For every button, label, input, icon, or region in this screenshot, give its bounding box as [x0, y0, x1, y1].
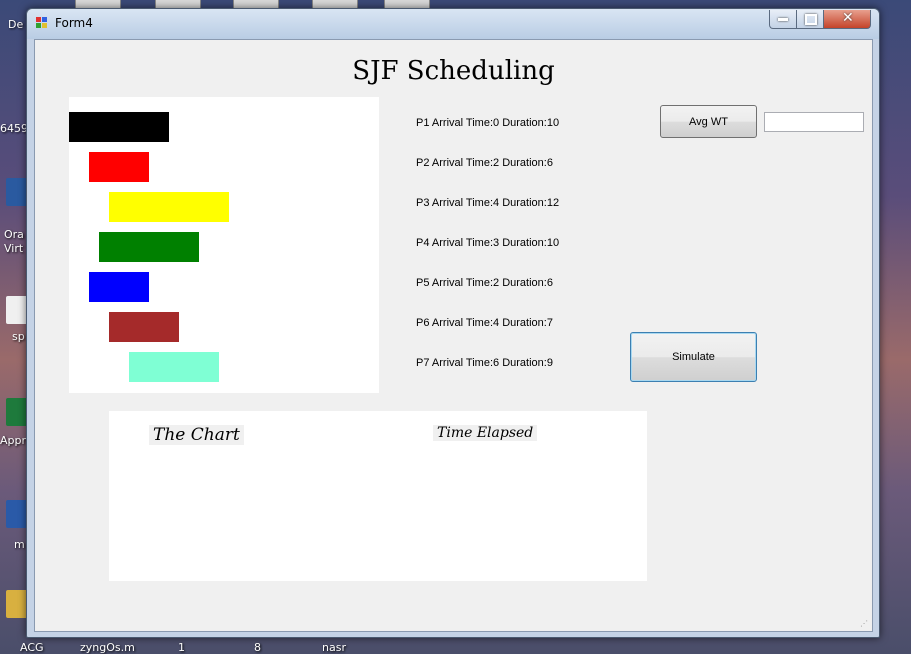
desktop-icon-label: nasr [322, 641, 346, 654]
window-title: Form4 [55, 16, 93, 30]
process-bars-panel [69, 97, 379, 393]
page-title: SJF Scheduling [352, 56, 555, 86]
avg-wt-button[interactable]: Avg WT [660, 105, 757, 138]
gantt-chart-panel: The Chart Time Elapsed [109, 411, 647, 581]
desktop-icon-label: Ora [4, 228, 24, 241]
title-bar[interactable]: Form4 ✕ [27, 9, 879, 39]
minimize-icon [778, 18, 788, 21]
process-label-p6: P6 Arrival Time:4 Duration:7 [416, 317, 553, 329]
desktop-icon-label: Virt [4, 242, 24, 255]
process-label-p7: P7 Arrival Time:6 Duration:9 [416, 357, 553, 369]
resize-grip-icon[interactable]: ⋰ [860, 619, 870, 629]
form-client-area: SJF Scheduling P1 Arrival Time:0 Duratio… [34, 39, 873, 632]
process-label-p5: P5 Arrival Time:2 Duration:6 [416, 277, 553, 289]
close-icon: ✕ [842, 10, 854, 26]
app-icon [36, 17, 48, 28]
process-label-p3: P3 Arrival Time:4 Duration:12 [416, 197, 560, 209]
process-bar-p5 [89, 272, 149, 302]
process-bar-p4 [99, 232, 199, 262]
desktop-icon-label: 1 [178, 641, 185, 654]
process-bar-p7 [129, 352, 219, 382]
form-window: Form4 ✕ SJF Scheduling P1 Arrival Time:0… [26, 8, 880, 638]
simulate-button[interactable]: Simulate [630, 332, 757, 382]
desktop-icon-label: 8 [254, 641, 261, 654]
desktop-icon-label: m [14, 538, 25, 551]
close-button[interactable]: ✕ [823, 10, 871, 29]
process-bar-p1 [69, 112, 169, 142]
process-label-p1: P1 Arrival Time:0 Duration:10 [416, 117, 560, 129]
process-bar-p2 [89, 152, 149, 182]
avg-wt-textbox[interactable] [764, 112, 864, 132]
desktop-icon-label: Appr [0, 434, 27, 447]
minimize-button[interactable] [769, 10, 797, 29]
desktop-icon-label: sp [12, 330, 25, 343]
chart-title-label: The Chart [149, 425, 244, 445]
desktop-icon-label: De [8, 18, 24, 31]
process-bar-p3 [109, 192, 229, 222]
time-elapsed-label: Time Elapsed [433, 425, 538, 441]
desktop-icon-label: zyngOs.m [80, 641, 135, 654]
desktop-icon-label: ACG [20, 641, 44, 654]
process-label-p2: P2 Arrival Time:2 Duration:6 [416, 157, 553, 169]
process-bar-p6 [109, 312, 179, 342]
process-label-p4: P4 Arrival Time:3 Duration:10 [416, 237, 560, 249]
maximize-button[interactable] [796, 10, 824, 29]
maximize-icon [805, 14, 817, 25]
